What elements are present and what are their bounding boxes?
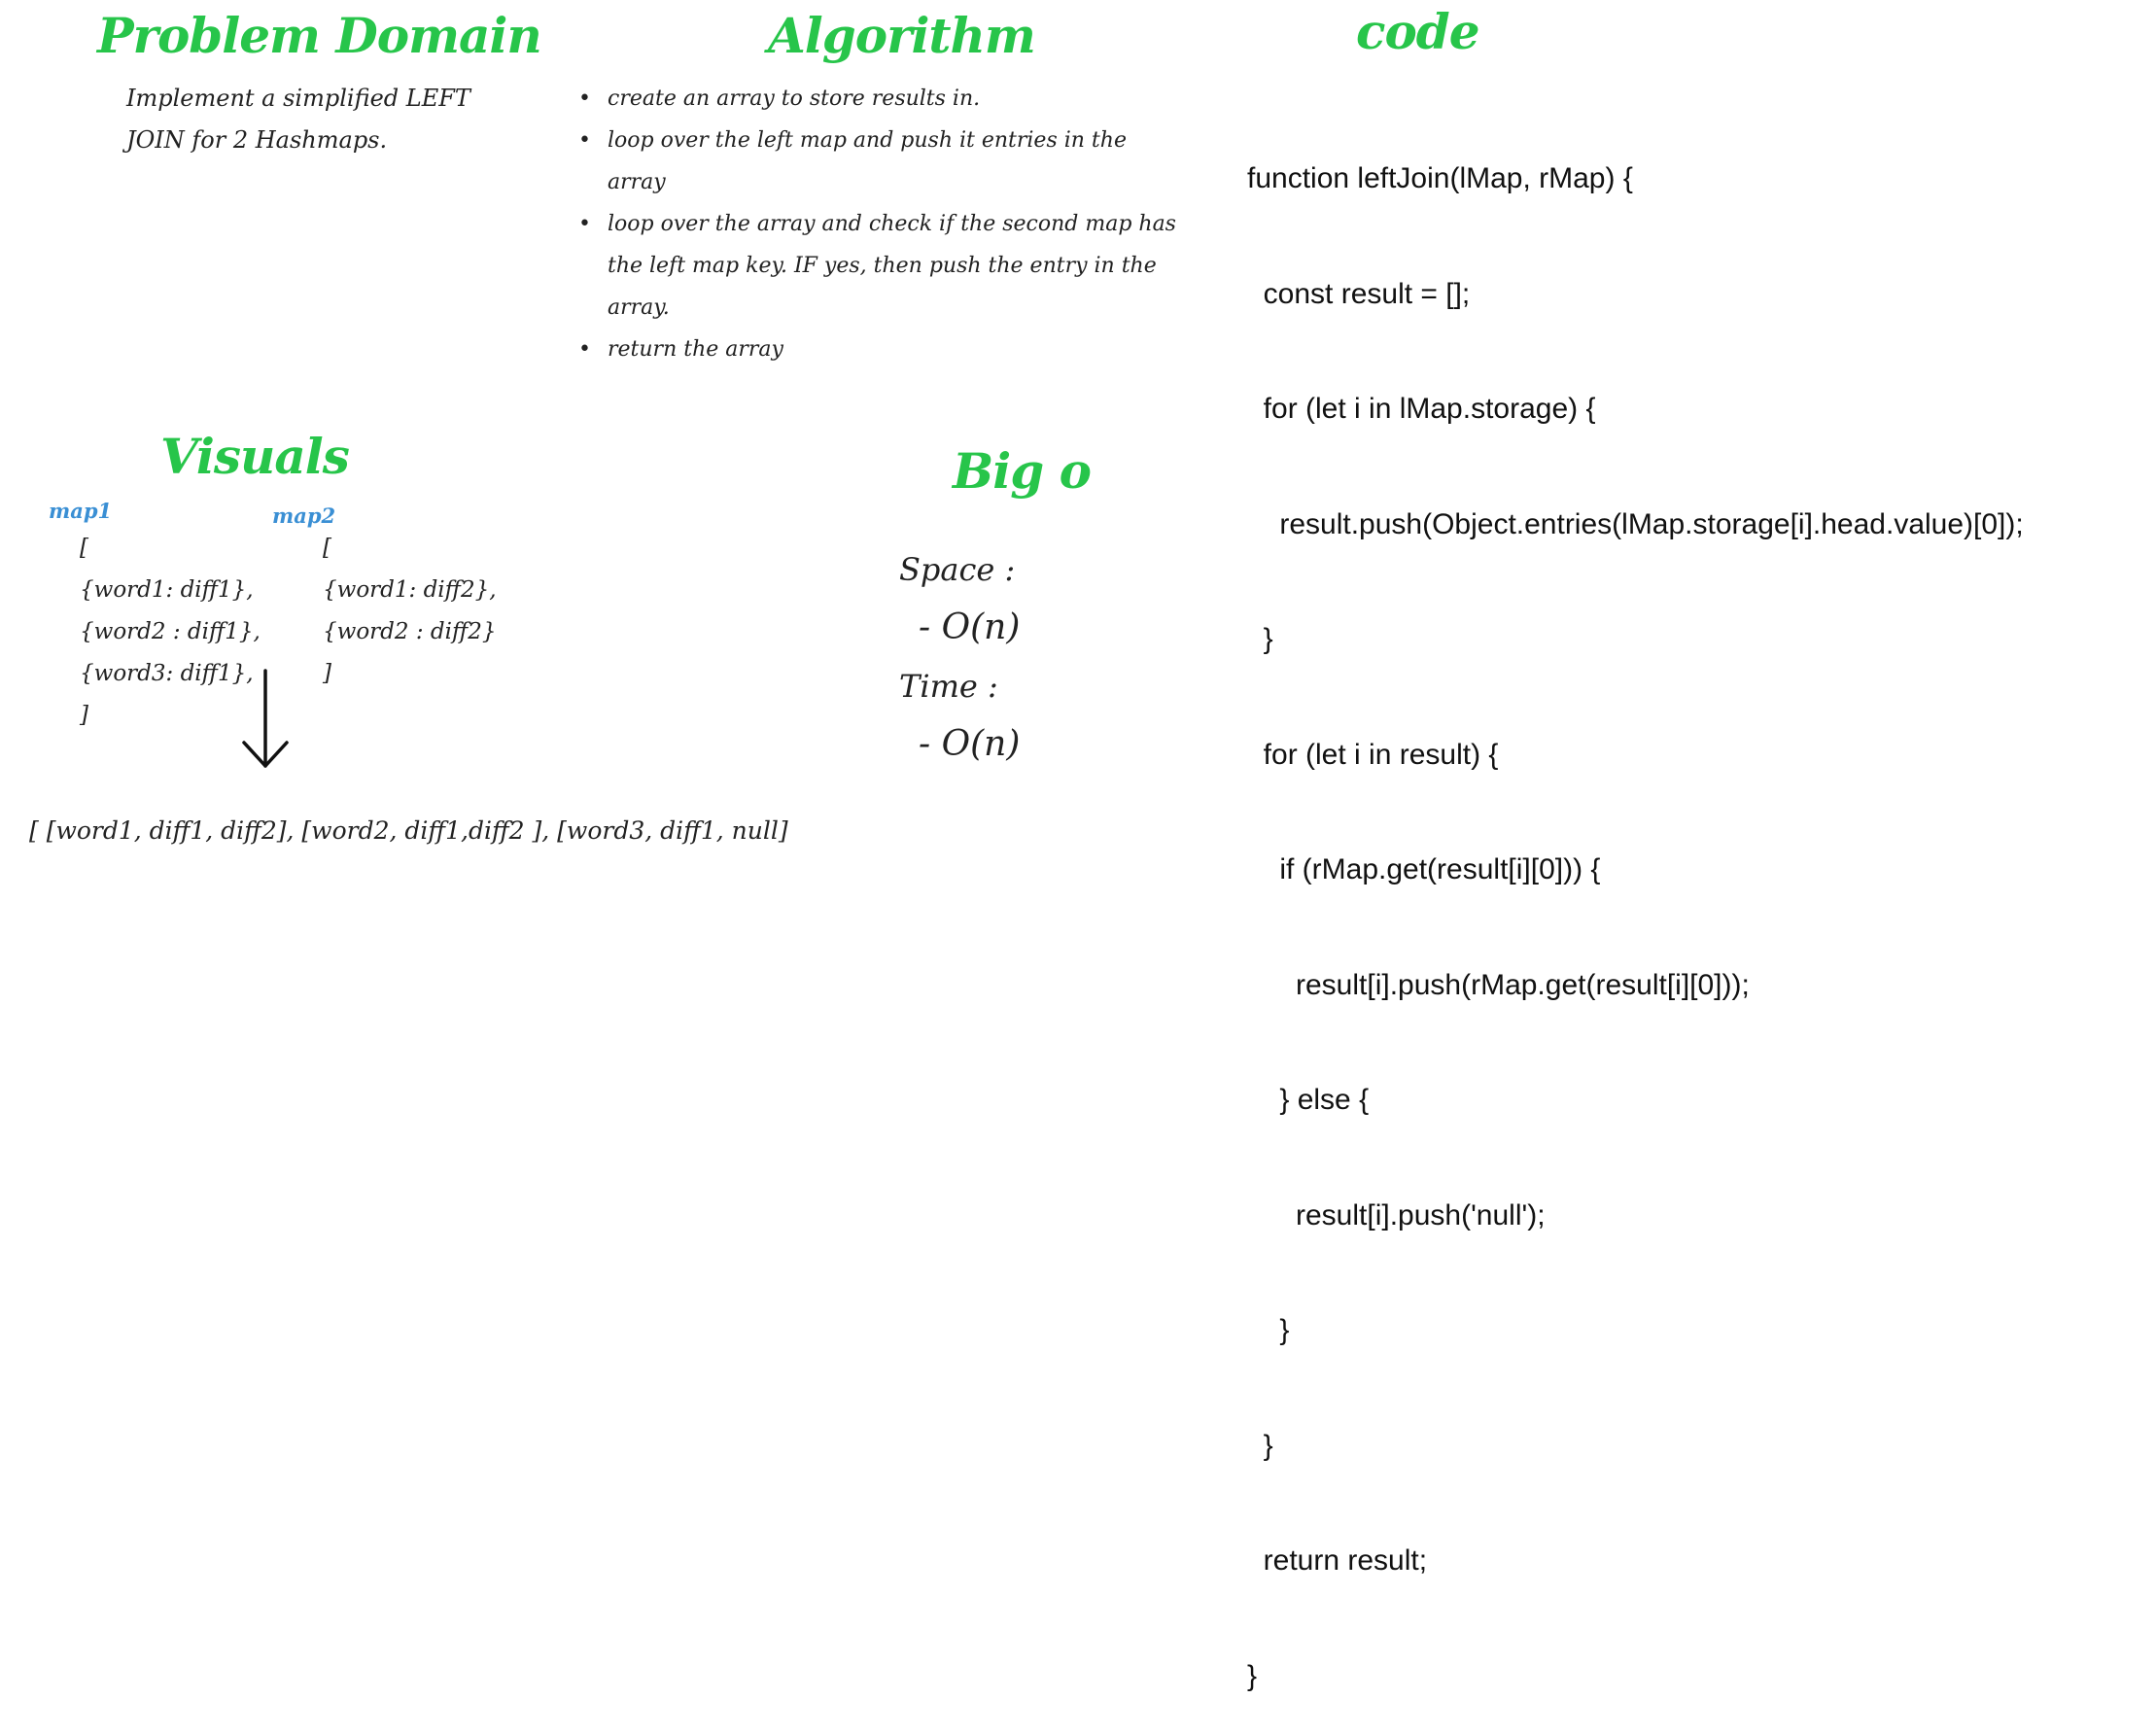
problem-domain-line: Implement a simplified LEFT <box>126 85 470 112</box>
code-line: result.push(Object.entries(lMap.storage[… <box>1247 507 2024 540</box>
map1-line: {word3: diff1}, <box>80 661 254 686</box>
problem-domain-heading: Problem Domain <box>97 7 542 64</box>
code-line: } <box>1247 623 1273 655</box>
algorithm-step: return the array <box>578 329 1181 370</box>
map1-line: {word2 : diff1}, <box>80 619 261 644</box>
code-line: } <box>1247 1659 1258 1692</box>
algorithm-step: create an array to store results in. <box>578 78 1181 120</box>
problem-domain-line: JOIN for 2 Hashmaps. <box>126 126 388 154</box>
space-complexity: - O(n) <box>919 607 1021 647</box>
map1-block: [ {word1: diff1}, {word2 : diff1}, {word… <box>80 528 261 737</box>
code-line: result[i].push('null'); <box>1247 1198 1546 1231</box>
code-line: for (let i in result) { <box>1247 738 1499 771</box>
map2-block: [ {word1: diff2}, {word2 : diff2} ] <box>323 528 497 695</box>
code-line: return result; <box>1247 1544 1428 1577</box>
time-label: Time : <box>899 668 998 705</box>
join-result-text: [ [word1, diff1, diff2], [word2, diff1,d… <box>29 816 788 845</box>
code-block: function leftJoin(lMap, rMap) { const re… <box>1247 83 2024 1734</box>
big-o-heading: Big o <box>953 442 1092 500</box>
map2-line: [ <box>323 536 331 561</box>
code-line: } <box>1247 1314 1290 1346</box>
code-line: result[i].push(rMap.get(result[i][0])); <box>1247 968 1750 1001</box>
space-label: Space : <box>899 551 1016 588</box>
algorithm-heading: Algorithm <box>768 7 1036 64</box>
visuals-heading: Visuals <box>160 428 350 485</box>
down-arrow-icon <box>242 669 289 768</box>
code-heading: code <box>1356 3 1480 60</box>
map1-line: [ <box>80 536 88 561</box>
time-complexity: - O(n) <box>919 724 1021 764</box>
map2-line: ] <box>323 661 331 686</box>
map2-line: {word1: diff2}, <box>323 577 497 603</box>
big-o-block: Space : - O(n) Time : - O(n) <box>899 540 1020 774</box>
code-line: for (let i in lMap.storage) { <box>1247 393 1596 425</box>
map1-line: ] <box>80 703 88 728</box>
algorithm-steps-list: create an array to store results in. loo… <box>578 78 1181 370</box>
map1-line: {word1: diff1}, <box>80 577 254 603</box>
map1-label: map1 <box>49 499 113 523</box>
code-line: } <box>1247 1429 1273 1462</box>
code-line: const result = []; <box>1247 277 1471 310</box>
algorithm-step: loop over the left map and push it entri… <box>578 120 1181 203</box>
map2-label: map2 <box>272 503 336 528</box>
algorithm-step: loop over the array and check if the sec… <box>578 203 1181 329</box>
code-line: } else { <box>1247 1084 1370 1116</box>
problem-domain-text: Implement a simplified LEFT JOIN for 2 H… <box>126 78 470 161</box>
map2-line: {word2 : diff2} <box>323 619 497 644</box>
code-line: function leftJoin(lMap, rMap) { <box>1247 162 1633 194</box>
code-line: if (rMap.get(result[i][0])) { <box>1247 853 1601 885</box>
